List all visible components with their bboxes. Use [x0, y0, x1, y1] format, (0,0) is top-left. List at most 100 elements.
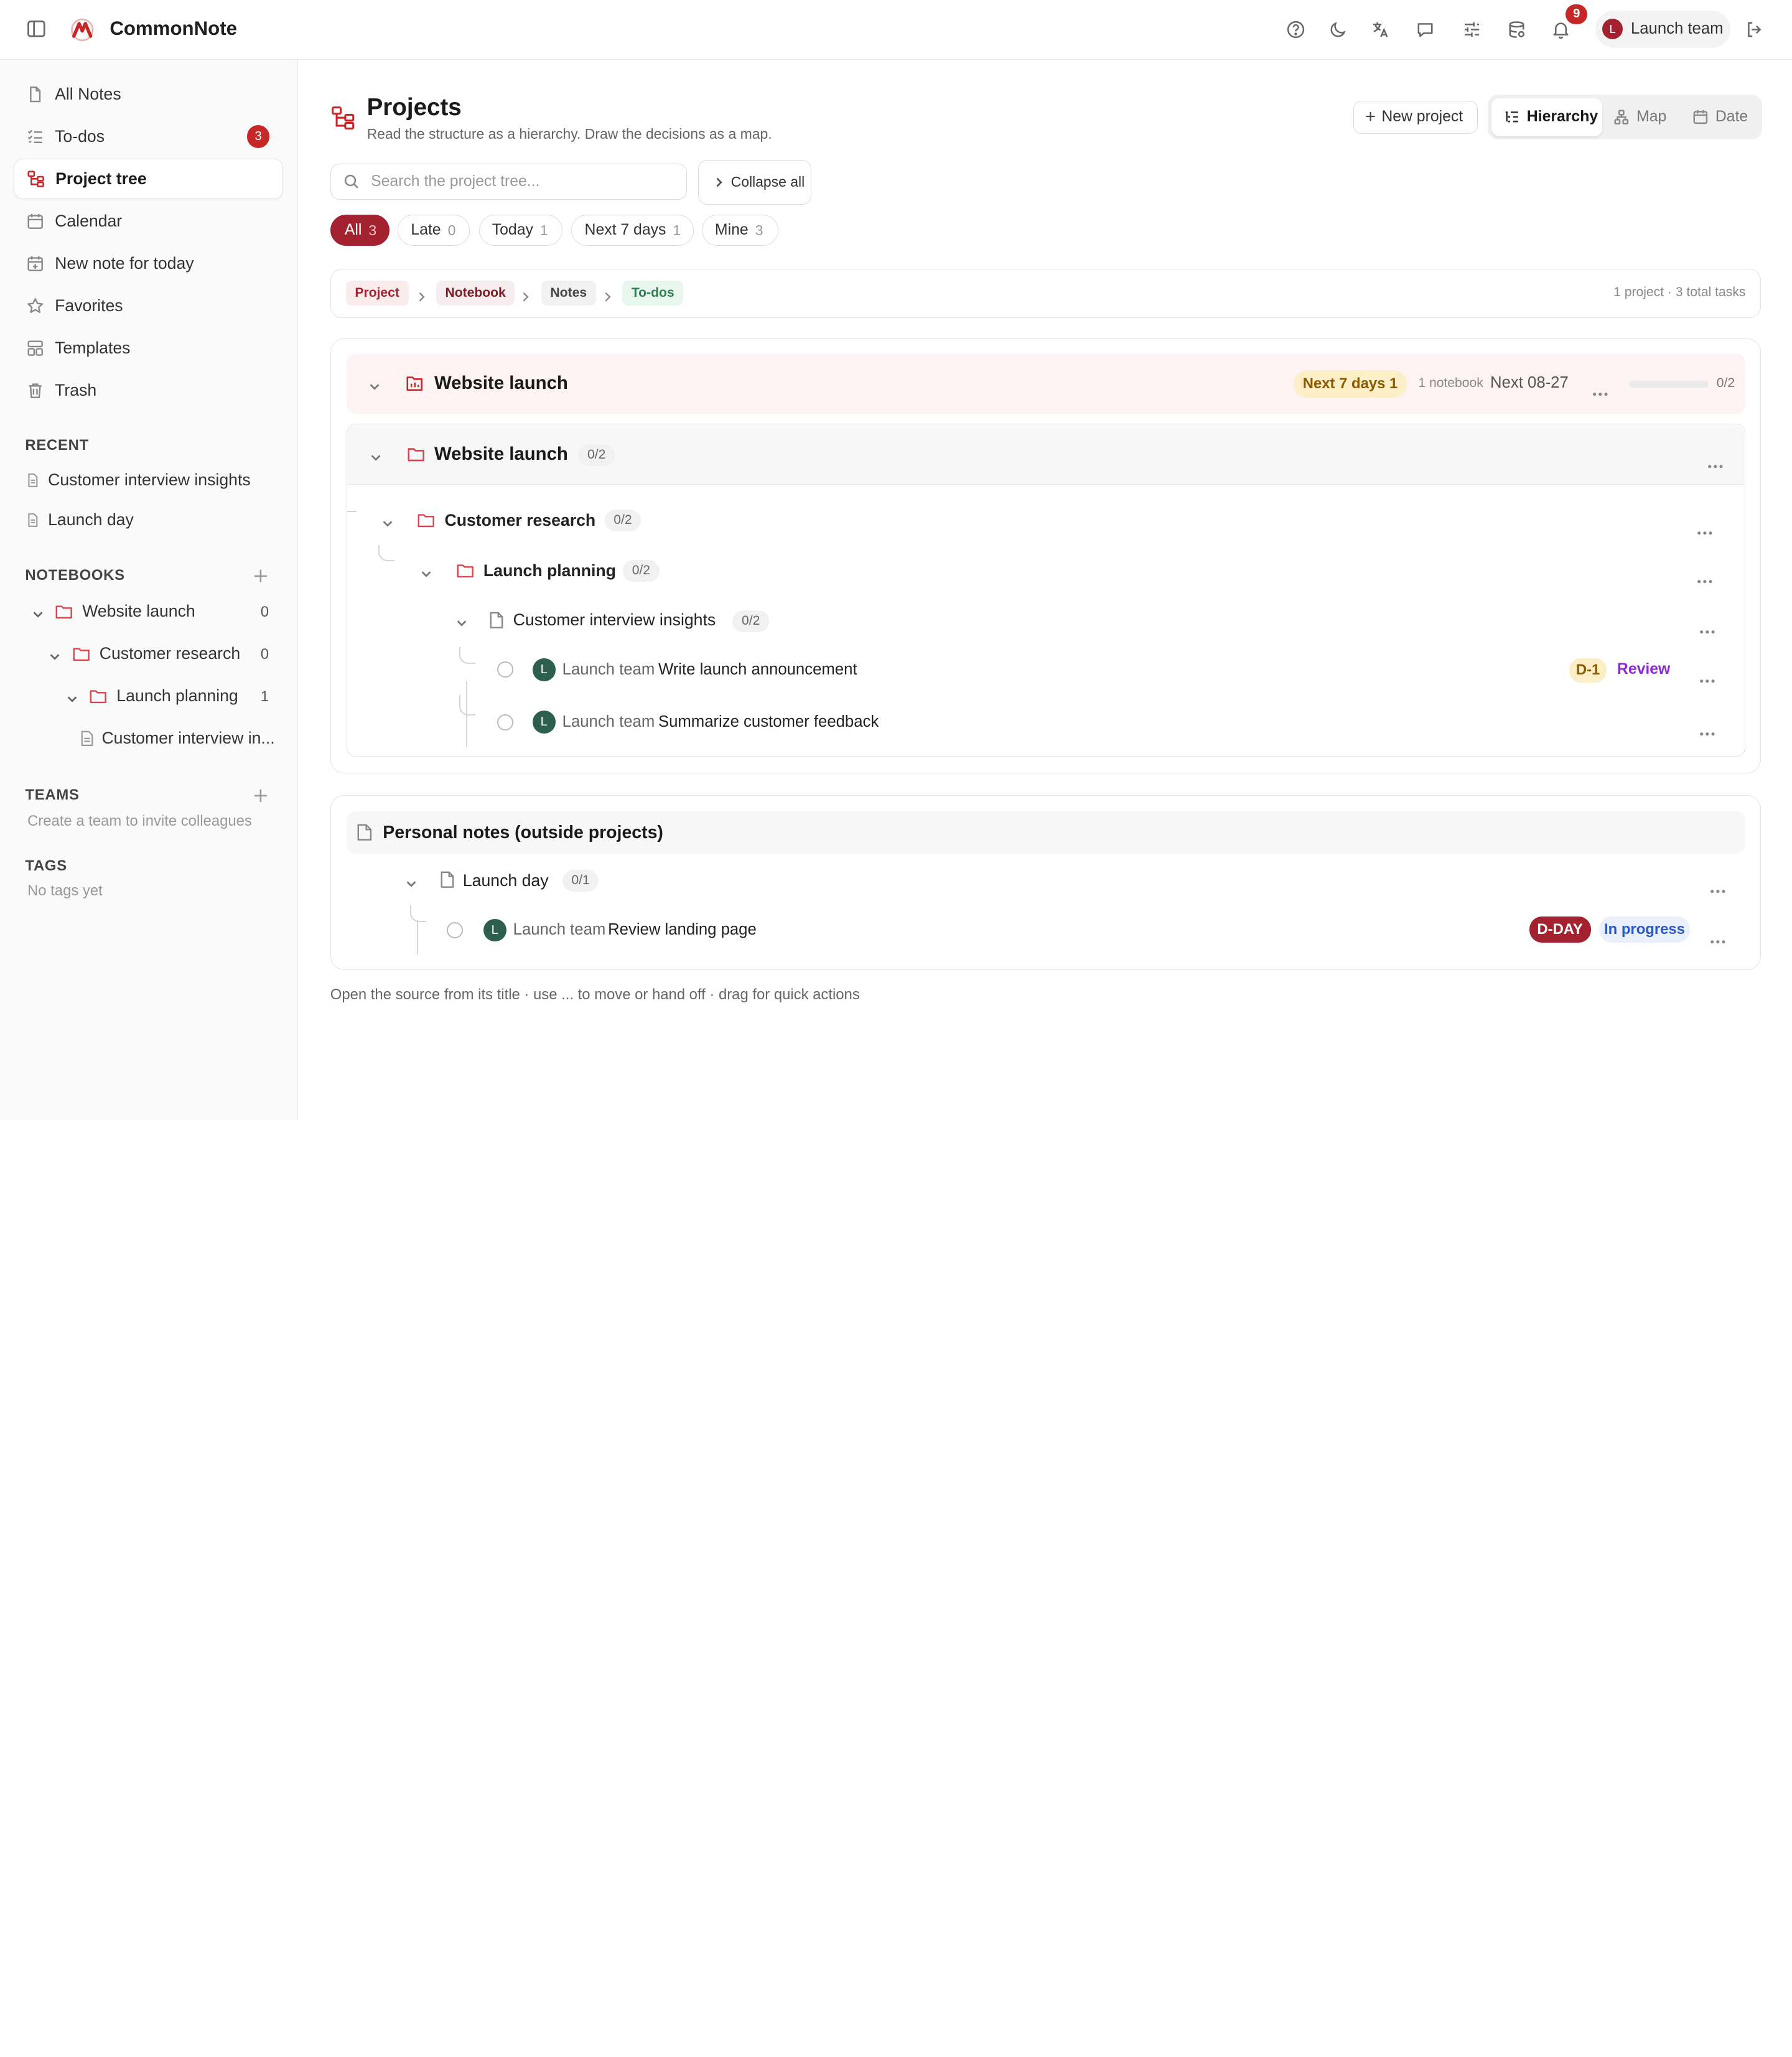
filter-today[interactable]: Today 1 [478, 215, 562, 246]
filter-all[interactable]: All 3 [330, 215, 390, 246]
folder-icon [72, 646, 90, 662]
recent-item-label: Customer interview insights [48, 470, 251, 489]
tree-connector [417, 920, 419, 954]
notebook-item-launch-planning[interactable]: Launch planning [65, 683, 238, 708]
footer-hint: Open the source from its title · use ...… [330, 986, 860, 1004]
view-map-button[interactable]: Map [1613, 98, 1682, 136]
moon-icon[interactable] [1326, 17, 1351, 42]
sidebar-item-project-tree[interactable]: Project tree [14, 159, 284, 199]
chevron-down-icon[interactable] [368, 377, 381, 398]
add-team-icon[interactable] [253, 787, 269, 803]
filter-next-7-days[interactable]: Next 7 days 1 [571, 215, 694, 246]
view-date-button[interactable]: Date [1692, 98, 1759, 136]
filter-label: Late [411, 222, 441, 239]
new-project-button[interactable]: + New project [1353, 100, 1478, 134]
more-icon[interactable] [1710, 928, 1726, 944]
task-status-badge[interactable]: Review [1617, 661, 1670, 678]
tags-empty-text: No tags yet [27, 882, 103, 899]
notebook-count: 1 [260, 688, 269, 705]
sidebar-item-calendar[interactable]: Calendar [14, 201, 283, 241]
task-checkbox[interactable] [497, 661, 513, 678]
sidebar-item-todos[interactable]: To-dos 3 [14, 116, 283, 156]
recent-item[interactable]: Customer interview insights [25, 467, 251, 492]
filter-count: 1 [673, 222, 681, 238]
chevron-down-icon[interactable] [455, 613, 469, 635]
task-owner: Launch team [513, 921, 606, 939]
task-title[interactable]: Summarize customer feedback [658, 713, 879, 731]
notebook-item-customer-research[interactable]: Customer research [48, 641, 240, 666]
task-title[interactable]: Write launch announcement [658, 661, 857, 679]
filter-label: All [344, 222, 362, 239]
sidebar-item-trash[interactable]: Trash [14, 370, 283, 410]
collapse-all-button[interactable]: Collapse all [698, 160, 812, 205]
recent-item[interactable]: Launch day [25, 507, 134, 532]
more-icon[interactable] [1699, 618, 1715, 634]
notebook-note-item[interactable]: Customer interview in... [80, 725, 275, 750]
note-title[interactable]: Launch day [463, 871, 549, 890]
avatar: L [532, 658, 556, 681]
app-title: CommonNote [110, 17, 237, 39]
chevron-down-icon[interactable] [31, 605, 45, 618]
view-label: Date [1715, 108, 1748, 126]
more-icon[interactable] [1592, 381, 1608, 396]
database-icon[interactable] [1504, 17, 1529, 42]
map-icon [1613, 109, 1636, 125]
more-icon[interactable] [1699, 720, 1715, 736]
sidebar-toggle-icon[interactable] [25, 17, 50, 42]
filter-count: 1 [539, 222, 548, 238]
project-title[interactable]: Website launch [434, 373, 568, 394]
notebook-progress-chip: 0/2 [578, 444, 615, 467]
notebook-item-website-launch[interactable]: Website launch [31, 599, 195, 623]
chevron-down-icon[interactable] [369, 448, 383, 469]
project-search[interactable] [330, 163, 687, 200]
task-checkbox[interactable] [447, 922, 463, 938]
project-folder-icon [406, 375, 424, 398]
chevron-down-icon[interactable] [65, 689, 79, 703]
filter-late[interactable]: Late 0 [398, 215, 470, 246]
chat-icon[interactable] [1412, 17, 1437, 42]
sidebar-item-all-notes[interactable]: All Notes [14, 74, 283, 114]
help-icon[interactable] [1284, 17, 1309, 42]
chevron-down-icon[interactable] [381, 515, 394, 536]
task-due-badge: D-DAY [1529, 917, 1591, 943]
filter-mine[interactable]: Mine 3 [701, 215, 778, 246]
sidebar-item-favorites[interactable]: Favorites [14, 286, 283, 325]
translate-icon[interactable] [1368, 17, 1393, 42]
logout-icon[interactable] [1742, 17, 1766, 42]
folder-icon [55, 604, 73, 620]
filter-label: Next 7 days [584, 222, 666, 239]
more-icon[interactable] [1697, 568, 1713, 584]
calendar-plus-icon [26, 254, 44, 273]
sliders-icon[interactable] [1459, 17, 1484, 42]
star-icon [26, 297, 44, 315]
top-bar: CommonNote 9 L Launch team [0, 0, 1792, 60]
add-notebook-icon[interactable] [253, 568, 269, 584]
task-title[interactable]: Review landing page [608, 921, 757, 939]
sidebar-item-label: All Notes [55, 85, 121, 104]
task-checkbox[interactable] [497, 714, 513, 730]
checklist-icon [26, 128, 44, 146]
notebook-title[interactable]: Website launch [434, 444, 568, 465]
user-menu-button[interactable]: L Launch team [1595, 10, 1730, 49]
more-icon[interactable] [1699, 668, 1715, 683]
more-icon[interactable] [1710, 878, 1726, 893]
task-status-badge[interactable]: In progress [1598, 917, 1691, 943]
sidebar-item-new-note-today[interactable]: New note for today [14, 243, 283, 283]
view-hierarchy-button[interactable]: Hierarchy [1491, 98, 1603, 136]
folder-icon [89, 688, 107, 704]
chevron-down-icon[interactable] [404, 874, 418, 895]
note-title[interactable]: Customer interview insights [513, 610, 716, 630]
more-icon[interactable] [1707, 452, 1724, 469]
notebook-label: Customer interview in... [101, 729, 275, 747]
chevron-down-icon[interactable] [419, 564, 433, 585]
search-input[interactable] [371, 173, 657, 191]
folder-title[interactable]: Launch planning [483, 561, 616, 581]
more-icon[interactable] [1697, 519, 1713, 534]
chevron-down-icon[interactable] [48, 647, 62, 661]
plus-icon: + [1365, 106, 1376, 128]
sidebar-item-templates[interactable]: Templates [14, 328, 283, 368]
teams-empty-text: Create a team to invite colleagues [27, 812, 252, 829]
project-progress-bar [1630, 380, 1709, 388]
view-label: Map [1636, 108, 1667, 126]
folder-title[interactable]: Customer research [444, 511, 595, 530]
